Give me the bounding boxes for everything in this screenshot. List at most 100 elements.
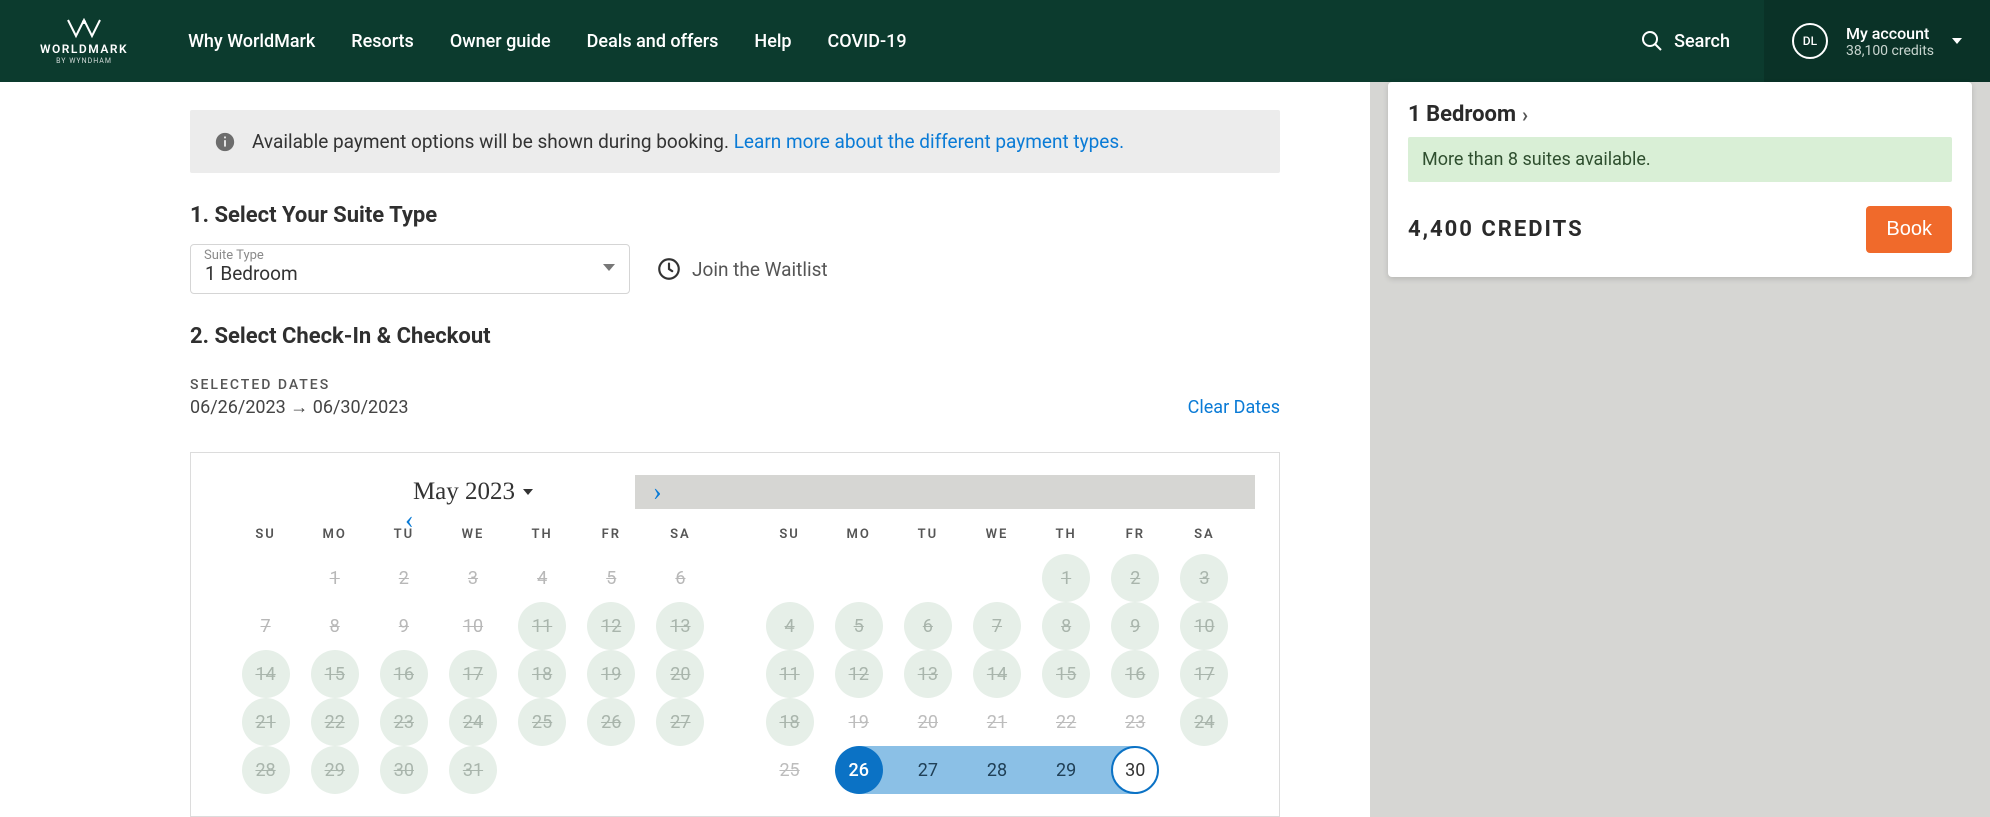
banner-text: Available payment options will be shown … [252, 130, 734, 153]
summary-credits: 4,400 CREDITS [1408, 217, 1584, 242]
calendar-day [962, 554, 1031, 602]
calendar-dow: FR [1101, 527, 1170, 542]
calendar-day[interactable]: 28 [962, 746, 1031, 794]
calendar-day[interactable]: 11 [508, 602, 577, 650]
calendar-day[interactable]: 18 [755, 698, 824, 746]
global-header: WORLDMARK BY WYNDHAM Why WorldMark Resor… [0, 0, 1990, 82]
calendar-day[interactable]: 29 [1032, 746, 1101, 794]
calendar-next-button[interactable]: › [635, 475, 1255, 509]
section-title-dates: 2. Select Check-In & Checkout [190, 324, 1280, 349]
calendar-day[interactable]: 23 [369, 698, 438, 746]
calendar-day[interactable]: 8 [1032, 602, 1101, 650]
calendar-dow: SA [646, 527, 715, 542]
calendar-day[interactable]: 27 [646, 698, 715, 746]
calendar-day[interactable]: 4 [508, 554, 577, 602]
search-icon [1640, 29, 1664, 53]
calendar-day[interactable]: 24 [438, 698, 507, 746]
calendar-day[interactable]: 23 [1101, 698, 1170, 746]
calendar-day[interactable]: 25 [755, 746, 824, 794]
calendar-day[interactable]: 6 [646, 554, 715, 602]
calendar-dow: MO [824, 527, 893, 542]
calendar-day[interactable]: 26 [577, 698, 646, 746]
account-title: My account [1846, 24, 1934, 43]
calendar-day[interactable]: 5 [824, 602, 893, 650]
nav-why-worldmark[interactable]: Why WorldMark [188, 31, 315, 52]
book-button[interactable]: Book [1866, 206, 1952, 253]
calendar-day[interactable]: 26 [824, 746, 893, 794]
calendar-day[interactable]: 2 [369, 554, 438, 602]
calendar-dow: TH [508, 527, 577, 542]
calendar-day[interactable]: 25 [508, 698, 577, 746]
join-waitlist-link[interactable]: Join the Waitlist [656, 256, 828, 282]
calendar-day[interactable]: 22 [1032, 698, 1101, 746]
calendar-day[interactable]: 5 [577, 554, 646, 602]
calendar-day[interactable]: 1 [1032, 554, 1101, 602]
calendar-day[interactable]: 14 [231, 650, 300, 698]
calendar-day[interactable]: 30 [1101, 746, 1170, 794]
calendar-day[interactable]: 15 [300, 650, 369, 698]
calendar-day[interactable]: 17 [1170, 650, 1239, 698]
calendar-day[interactable]: 20 [646, 650, 715, 698]
calendar-day[interactable]: 16 [369, 650, 438, 698]
calendar-day[interactable]: 29 [300, 746, 369, 794]
calendar-day[interactable]: 7 [962, 602, 1031, 650]
calendar-day[interactable]: 22 [300, 698, 369, 746]
waitlist-label: Join the Waitlist [692, 258, 828, 281]
calendar-day[interactable]: 3 [438, 554, 507, 602]
calendar-day[interactable]: 17 [438, 650, 507, 698]
clock-icon [656, 256, 682, 282]
nav-deals-offers[interactable]: Deals and offers [587, 31, 719, 52]
chevron-right-icon: › [1522, 103, 1528, 127]
calendar-day[interactable]: 1 [300, 554, 369, 602]
clear-dates-link[interactable]: Clear Dates [1188, 397, 1280, 418]
calendar-day[interactable]: 13 [893, 650, 962, 698]
calendar-day[interactable]: 20 [893, 698, 962, 746]
brand-sub: BY WYNDHAM [56, 57, 112, 65]
calendar-day[interactable]: 21 [231, 698, 300, 746]
summary-suite-heading[interactable]: 1 Bedroom › [1408, 102, 1952, 127]
calendar-day[interactable]: 28 [231, 746, 300, 794]
calendar-day [893, 554, 962, 602]
calendar-day[interactable]: 15 [1032, 650, 1101, 698]
calendar-day[interactable]: 2 [1101, 554, 1170, 602]
calendar-day[interactable]: 12 [577, 602, 646, 650]
calendar-day[interactable]: 19 [577, 650, 646, 698]
booking-summary-card: 1 Bedroom › More than 8 suites available… [1388, 82, 1972, 277]
calendar-day[interactable]: 9 [369, 602, 438, 650]
calendar-day[interactable]: 21 [962, 698, 1031, 746]
calendar-prev-button[interactable]: ‹ [215, 475, 504, 537]
calendar-day[interactable]: 27 [893, 746, 962, 794]
calendar-day[interactable]: 16 [1101, 650, 1170, 698]
primary-nav: Why WorldMark Resorts Owner guide Deals … [188, 31, 906, 52]
calendar-day[interactable]: 6 [893, 602, 962, 650]
suite-type-value: 1 Bedroom [205, 262, 298, 285]
calendar-day[interactable]: 19 [824, 698, 893, 746]
calendar-day[interactable]: 30 [369, 746, 438, 794]
calendar-day[interactable]: 9 [1101, 602, 1170, 650]
nav-owner-guide[interactable]: Owner guide [450, 31, 551, 52]
calendar-day[interactable]: 10 [438, 602, 507, 650]
calendar-day[interactable]: 24 [1170, 698, 1239, 746]
search-trigger[interactable]: Search [1640, 29, 1730, 53]
nav-resorts[interactable]: Resorts [351, 31, 414, 52]
calendar-day[interactable]: 13 [646, 602, 715, 650]
calendar-day[interactable]: 31 [438, 746, 507, 794]
calendar-dow: WE [962, 527, 1031, 542]
brand-logo[interactable]: WORLDMARK BY WYNDHAM [40, 18, 128, 65]
calendar-day[interactable]: 3 [1170, 554, 1239, 602]
calendar-day[interactable]: 7 [231, 602, 300, 650]
month-picker-caret-icon[interactable] [523, 489, 533, 495]
calendar-day[interactable]: 8 [300, 602, 369, 650]
calendar-day[interactable]: 4 [755, 602, 824, 650]
calendar-day[interactable]: 18 [508, 650, 577, 698]
account-menu[interactable]: DL My account 38,100 credits [1764, 0, 1990, 82]
nav-help[interactable]: Help [754, 31, 791, 52]
banner-link[interactable]: Learn more about the different payment t… [734, 130, 1124, 153]
calendar-day[interactable]: 12 [824, 650, 893, 698]
calendar-day[interactable]: 11 [755, 650, 824, 698]
calendar-month-2: Jun 2023 › SUMOTUWETHFRSA 12345678910111… [755, 475, 1239, 794]
nav-covid[interactable]: COVID-19 [828, 31, 907, 52]
search-label: Search [1674, 31, 1730, 52]
calendar-day[interactable]: 14 [962, 650, 1031, 698]
calendar-day[interactable]: 10 [1170, 602, 1239, 650]
